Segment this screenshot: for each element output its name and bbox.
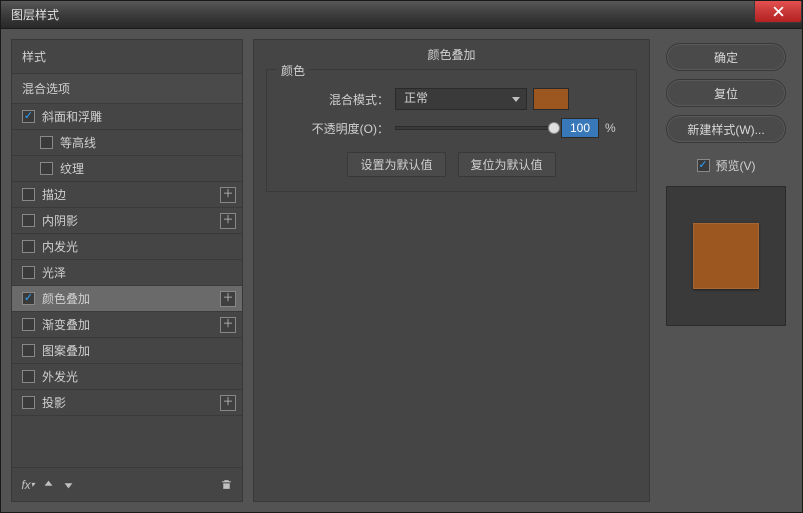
- styles-list: 斜面和浮雕等高线纹理描边内阴影内发光光泽颜色叠加渐变叠加图案叠加外发光投影: [12, 104, 242, 416]
- add-effect-button[interactable]: [220, 395, 236, 411]
- style-checkbox[interactable]: [22, 188, 35, 201]
- add-effect-button[interactable]: [220, 187, 236, 203]
- style-item-7[interactable]: 颜色叠加: [12, 286, 242, 312]
- main-panel: 颜色叠加 颜色 混合模式： 正常 不透明度(O)： 100 %: [253, 39, 650, 502]
- blend-select-wrap[interactable]: 正常: [395, 88, 527, 110]
- preview-toggle[interactable]: 预览(V): [697, 157, 756, 174]
- styles-footer: fx▾: [12, 467, 242, 501]
- style-item-11[interactable]: 投影: [12, 390, 242, 416]
- style-label: 投影: [42, 394, 66, 411]
- style-label: 内阴影: [42, 212, 78, 229]
- add-effect-button[interactable]: [220, 317, 236, 333]
- style-label: 斜面和浮雕: [42, 108, 102, 125]
- color-group: 颜色 混合模式： 正常 不透明度(O)： 100 %: [266, 69, 637, 192]
- style-label: 颜色叠加: [42, 290, 90, 307]
- reset-default-button[interactable]: 复位为默认值: [458, 152, 556, 177]
- opacity-input[interactable]: 100: [561, 118, 599, 138]
- blend-row: 混合模式： 正常: [279, 88, 624, 110]
- arrow-up-icon[interactable]: [40, 477, 56, 493]
- fx-icon[interactable]: fx▾: [20, 477, 36, 493]
- style-item-5[interactable]: 内发光: [12, 234, 242, 260]
- style-checkbox[interactable]: [22, 396, 35, 409]
- style-checkbox[interactable]: [40, 136, 53, 149]
- styles-panel: 样式 混合选项 斜面和浮雕等高线纹理描边内阴影内发光光泽颜色叠加渐变叠加图案叠加…: [11, 39, 243, 502]
- style-label: 等高线: [60, 134, 96, 151]
- right-panel: 确定 复位 新建样式(W)... 预览(V): [660, 39, 792, 502]
- style-checkbox[interactable]: [22, 240, 35, 253]
- styles-subheader[interactable]: 混合选项: [12, 74, 242, 104]
- color-swatch[interactable]: [533, 88, 569, 110]
- style-checkbox[interactable]: [22, 370, 35, 383]
- arrow-down-icon[interactable]: [60, 477, 76, 493]
- ok-button[interactable]: 确定: [666, 43, 786, 71]
- slider-thumb[interactable]: [548, 122, 560, 134]
- style-label: 光泽: [42, 264, 66, 281]
- style-item-4[interactable]: 内阴影: [12, 208, 242, 234]
- style-checkbox[interactable]: [22, 344, 35, 357]
- style-item-0[interactable]: 斜面和浮雕: [12, 104, 242, 130]
- trash-icon[interactable]: [218, 477, 234, 493]
- style-checkbox[interactable]: [22, 266, 35, 279]
- preview-checkbox[interactable]: [697, 159, 710, 172]
- style-label: 图案叠加: [42, 342, 90, 359]
- cancel-button[interactable]: 复位: [666, 79, 786, 107]
- close-icon: [773, 6, 784, 17]
- close-button[interactable]: [754, 1, 802, 23]
- dialog-body: 样式 混合选项 斜面和浮雕等高线纹理描边内阴影内发光光泽颜色叠加渐变叠加图案叠加…: [1, 29, 802, 512]
- style-item-3[interactable]: 描边: [12, 182, 242, 208]
- style-item-1[interactable]: 等高线: [12, 130, 242, 156]
- dialog-title: 图层样式: [11, 6, 59, 23]
- opacity-slider[interactable]: [395, 126, 555, 130]
- blend-select[interactable]: 正常: [395, 88, 527, 110]
- group-title: 颜色: [277, 62, 309, 79]
- styles-header[interactable]: 样式: [12, 40, 242, 74]
- opacity-row: 不透明度(O)： 100 %: [279, 118, 624, 138]
- layer-style-dialog: 图层样式 样式 混合选项 斜面和浮雕等高线纹理描边内阴影内发光光泽颜色叠加渐变叠…: [0, 0, 803, 513]
- style-item-10[interactable]: 外发光: [12, 364, 242, 390]
- add-effect-button[interactable]: [220, 213, 236, 229]
- add-effect-button[interactable]: [220, 291, 236, 307]
- set-default-button[interactable]: 设置为默认值: [347, 152, 445, 177]
- style-item-9[interactable]: 图案叠加: [12, 338, 242, 364]
- style-item-8[interactable]: 渐变叠加: [12, 312, 242, 338]
- style-checkbox[interactable]: [22, 292, 35, 305]
- blend-label: 混合模式：: [279, 91, 389, 108]
- preview-label: 预览(V): [716, 157, 756, 174]
- style-label: 纹理: [60, 160, 84, 177]
- titlebar[interactable]: 图层样式: [1, 1, 802, 29]
- style-checkbox[interactable]: [22, 110, 35, 123]
- style-checkbox[interactable]: [40, 162, 53, 175]
- new-style-button[interactable]: 新建样式(W)...: [666, 115, 786, 143]
- opacity-label: 不透明度(O)：: [279, 120, 389, 137]
- style-checkbox[interactable]: [22, 318, 35, 331]
- style-item-2[interactable]: 纹理: [12, 156, 242, 182]
- style-item-6[interactable]: 光泽: [12, 260, 242, 286]
- opacity-suffix: %: [605, 121, 616, 135]
- style-checkbox[interactable]: [22, 214, 35, 227]
- style-label: 描边: [42, 186, 66, 203]
- style-label: 渐变叠加: [42, 316, 90, 333]
- preview-swatch: [693, 223, 759, 289]
- section-title: 颜色叠加: [266, 46, 637, 63]
- preview-box: [666, 186, 786, 326]
- style-label: 外发光: [42, 368, 78, 385]
- default-buttons-row: 设置为默认值 复位为默认值: [279, 152, 624, 177]
- style-label: 内发光: [42, 238, 78, 255]
